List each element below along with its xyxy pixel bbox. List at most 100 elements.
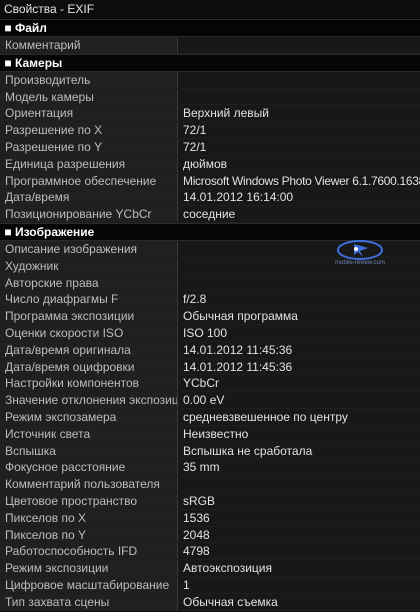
property-value[interactable]: дюймов [178,155,420,172]
property-name: Настройки компонентов [0,375,178,392]
property-name: Пикселов по Y [0,526,178,543]
section-header-2[interactable]: ■ Камеры [0,53,420,72]
property-row[interactable]: Пикселов по X 1536 [0,509,420,527]
property-row[interactable]: Значение отклонения экспозиции 0.00 eV [0,392,420,409]
property-row[interactable]: Дата/время оцифровки 14.01.2012 11:45:36 [0,358,420,376]
property-name: Дата/время оригинала [0,341,178,358]
property-row[interactable]: Программа экспозиции Обычная программа [0,308,420,325]
collapse-toggle-icon[interactable]: ■ [1,55,15,71]
property-name: Дата/время оцифровки [0,358,178,375]
property-value[interactable]: соседние [178,206,420,222]
window-title: Свойства - EXIF [0,0,420,19]
section-header-1[interactable]: ■ Файл [0,19,420,37]
property-name: Тип захвата сцены [0,593,178,610]
property-name: Дата/время [0,189,178,206]
property-row[interactable]: Число диафрагмы Ff/2.8 [0,291,420,309]
property-value[interactable]: 0.00 eV [178,392,420,408]
property-value[interactable] [178,88,420,105]
property-row[interactable]: Позиционирование YCbCr соседние [0,206,420,223]
property-name: Производитель [0,71,178,88]
property-row[interactable]: Фокусное расстояние 35 mm [0,459,420,477]
property-name: Ориентация [0,105,178,122]
property-name: Оценки скорости ISO [0,324,178,341]
property-value[interactable]: 1 [178,576,420,593]
property-name: Режим экспозиции [0,560,178,576]
property-value[interactable]: sRGB [178,492,420,509]
property-row[interactable]: Оценки скорости ISO ISO 100 [0,324,420,342]
watermark-logo-icon [337,240,383,260]
property-value[interactable] [178,71,420,88]
property-row[interactable]: Производитель [0,71,420,89]
property-value[interactable]: 72/1 [178,138,420,155]
property-row[interactable]: Комментарий пользователя [0,476,420,493]
property-name: Художник [0,257,178,274]
property-value[interactable]: Обычная съемка [178,593,420,610]
property-value[interactable]: 35 mm [178,459,420,476]
property-name: Описание изображения [0,240,178,257]
property-name: Пикселов по X [0,509,178,526]
collapse-toggle-icon[interactable]: ■ [1,224,15,240]
property-row[interactable]: Источник света Неизвестно [0,425,420,443]
property-row[interactable]: Дата/время оригинала 14.01.2012 11:45:36 [0,341,420,359]
property-row[interactable]: Комментарий [0,37,420,54]
property-value[interactable]: 2048 [178,526,420,543]
property-row[interactable]: Дата/время 14.01.2012 16:14:00 [0,189,420,207]
property-row[interactable]: Единица разрешения дюймов [0,155,420,173]
property-name: Число диафрагмы F [0,291,178,308]
property-name: Единица разрешения [0,155,178,172]
property-row[interactable]: Цифровое масштабирование 1 [0,576,420,594]
property-value[interactable]: 72/1 [178,122,420,138]
property-value[interactable]: 1536 [178,509,420,526]
property-name: Позиционирование YCbCr [0,206,178,222]
property-value[interactable]: Верхний левый [178,105,420,122]
property-row[interactable]: Программное обеспечение Microsoft Windows… [0,172,420,190]
property-row[interactable]: Цветовое пространство sRGB [0,492,420,510]
property-name: Комментарий пользователя [0,476,178,492]
watermark-text: mobile-review.com [335,260,385,266]
property-value[interactable]: средневзвешенное по центру [178,408,420,425]
watermark: mobile-review.com [330,238,390,270]
property-name: Работоспособность IFD [0,543,178,560]
property-value[interactable]: 4798 [178,543,420,560]
property-row[interactable]: Работоспособность IFD 4798 [0,543,420,561]
property-value[interactable]: Обычная программа [178,308,420,324]
property-row[interactable]: Авторские права [0,274,420,292]
property-value[interactable]: Microsoft Windows Photo Viewer 6.1.7600.… [178,172,420,189]
property-name: Модель камеры [0,88,178,105]
property-name: Режим экспозамера [0,408,178,425]
property-row[interactable]: Настройки компонентов YCbCr [0,375,420,393]
property-value[interactable] [178,274,420,291]
property-value[interactable]: f/2.8 [178,291,420,308]
section-title: Камеры [15,55,63,70]
property-row[interactable]: Разрешение по Y 72/1 [0,138,420,156]
exif-property-grid: ■ Файл Комментарий ■ Камеры Производитель Моде… [0,19,420,611]
section-title: Изображение [15,224,95,239]
property-value[interactable]: Вспышка не сработала [178,442,420,459]
property-value[interactable]: YCbCr [178,375,420,392]
property-value[interactable]: Автоэкспозиция [178,560,420,576]
property-name: Комментарий [0,37,178,53]
property-row[interactable]: Пикселов по Y 2048 [0,526,420,544]
property-name: Цветовое пространство [0,492,178,509]
property-name: Разрешение по Y [0,138,178,155]
section-title: Файл [15,21,47,35]
property-row[interactable]: Модель камеры [0,88,420,106]
property-row[interactable]: Тип захвата сцены Обычная съемка [0,593,420,611]
property-value[interactable]: ISO 100 [178,324,420,341]
property-name: Значение отклонения экспозиции [0,392,178,408]
property-row[interactable]: Режим экспозамера средневзвешенное по цен… [0,408,420,426]
property-value[interactable] [178,37,420,53]
property-value[interactable]: 14.01.2012 16:14:00 [178,189,420,206]
property-value[interactable]: 14.01.2012 11:45:36 [178,341,420,358]
collapse-toggle-icon[interactable]: ■ [1,20,15,36]
property-value[interactable]: Неизвестно [178,425,420,442]
property-row[interactable]: Вспышка Вспышка не сработала [0,442,420,460]
property-name: Программное обеспечение [0,172,178,189]
property-value[interactable] [178,476,420,492]
property-value[interactable]: 14.01.2012 11:45:36 [178,358,420,375]
property-row[interactable]: Режим экспозиции Автоэкспозиция [0,560,420,577]
property-name: Фокусное расстояние [0,459,178,476]
property-row[interactable]: Ориентация Верхний левый [0,105,420,123]
property-row[interactable]: Разрешение по X 72/1 [0,122,420,139]
property-name: Цифровое масштабирование [0,576,178,593]
